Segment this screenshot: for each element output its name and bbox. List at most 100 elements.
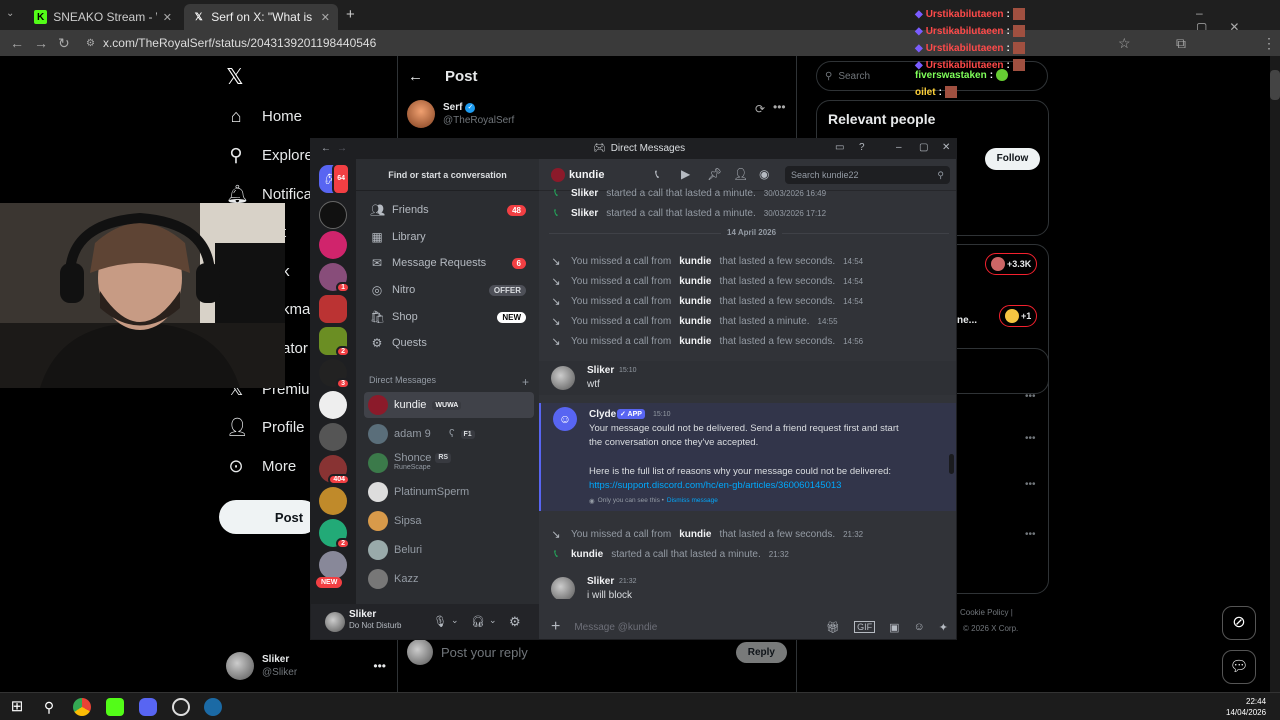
headphones-icon[interactable]: 🎧︎: [471, 615, 485, 628]
chevron-down-icon[interactable]: ⌄: [489, 615, 497, 626]
video-call-icon[interactable]: ▶: [681, 167, 690, 181]
server-icon[interactable]: [319, 201, 347, 229]
grok-icon[interactable]: ⟳: [755, 102, 765, 116]
kick-icon[interactable]: [106, 698, 124, 716]
sidebar-item-nitro[interactable]: ◎ Nitro OFFER: [364, 278, 534, 302]
post-button[interactable]: Post: [219, 500, 319, 534]
add-attachment-icon[interactable]: +: [551, 618, 560, 636]
sidebar-item-message-requests[interactable]: ✉ Message Requests 6: [364, 251, 534, 275]
discord-icon[interactable]: [139, 698, 157, 716]
avatar[interactable]: [325, 612, 345, 632]
dm-adam[interactable]: adam 9 ʕ F1: [364, 421, 534, 447]
reload-icon[interactable]: ↻: [58, 35, 70, 52]
gif-icon[interactable]: GIF: [854, 621, 876, 633]
close-tab-icon[interactable]: ✕: [163, 11, 172, 24]
grok-floating-button[interactable]: ⊘: [1222, 606, 1256, 640]
gear-icon[interactable]: ⚙: [509, 614, 521, 630]
sidebar-item-shop[interactable]: 🛍︎ Shop NEW: [364, 305, 534, 329]
server-icon[interactable]: [319, 391, 347, 419]
obs-icon[interactable]: [172, 698, 190, 716]
chrome-icon[interactable]: [73, 698, 91, 716]
voice-call-icon[interactable]: 📞︎: [655, 167, 659, 182]
messages-floating-button[interactable]: 💬︎: [1222, 650, 1256, 684]
pin-icon[interactable]: 📌︎: [707, 167, 722, 181]
follow-button[interactable]: Follow: [985, 148, 1040, 170]
maximize-icon[interactable]: ▢: [919, 142, 928, 153]
scrollbar[interactable]: [1270, 56, 1280, 692]
add-friends-icon[interactable]: 👤︎: [733, 167, 748, 181]
more-dots-icon[interactable]: •••: [1025, 529, 1036, 540]
server-icon[interactable]: 2: [319, 327, 350, 357]
dm-shonce[interactable]: Shonce RS RuneScape: [364, 450, 534, 476]
create-dm-icon[interactable]: +: [522, 375, 529, 389]
server-icon[interactable]: 3: [319, 359, 350, 389]
support-link[interactable]: https://support.discord.com/hc/en-gb/art…: [589, 480, 841, 491]
forward-icon[interactable]: →: [34, 35, 48, 51]
close-tab-icon[interactable]: ✕: [321, 11, 330, 24]
more-dots-icon[interactable]: •••: [1025, 433, 1036, 444]
gift-icon[interactable]: 🎁︎: [826, 621, 840, 634]
sidebar-item-quests[interactable]: ⚙ Quests: [364, 331, 534, 355]
apps-icon[interactable]: ✦: [939, 621, 948, 634]
nav-profile[interactable]: 👤︎ Profile: [226, 417, 305, 438]
search-input[interactable]: Search kundie22 ⚲: [785, 166, 950, 184]
profile-icon[interactable]: ◉: [759, 167, 769, 181]
nav-home[interactable]: ⌂ Home: [226, 106, 302, 127]
sticker-icon[interactable]: ▣: [889, 621, 899, 634]
more-dots-icon[interactable]: •••: [373, 659, 386, 673]
chat-scrollbar[interactable]: [949, 454, 954, 474]
tab-list-icon[interactable]: ⌄: [6, 8, 14, 19]
dm-home-button[interactable]: 🎮︎64: [319, 163, 350, 195]
back-icon[interactable]: ←: [321, 143, 331, 154]
tab-sneako[interactable]: K SNEAKO Stream - Watch Live o ✕: [26, 4, 180, 30]
close-icon[interactable]: ✕: [942, 142, 950, 153]
sidebar-item-friends[interactable]: 👥︎ Friends 48: [364, 198, 534, 222]
new-tab-button[interactable]: +: [346, 6, 355, 23]
dm-sipsa[interactable]: Sipsa: [364, 508, 534, 534]
site-info-icon[interactable]: ⚙: [86, 38, 95, 49]
dismiss-link[interactable]: Dismiss message: [667, 497, 718, 505]
find-conversation-button[interactable]: Find or start a conversation: [356, 159, 539, 191]
inbox-icon[interactable]: ▭: [835, 142, 844, 153]
more-dots-icon[interactable]: •••: [1025, 391, 1036, 402]
reply-box[interactable]: Post your reply Reply: [407, 638, 787, 666]
server-icon[interactable]: [319, 551, 347, 579]
server-icon[interactable]: 1: [319, 263, 350, 293]
windows-start-icon[interactable]: ⊞: [8, 698, 26, 716]
server-icon[interactable]: 2: [319, 519, 350, 549]
emoji-icon[interactable]: ☺: [914, 621, 925, 633]
back-icon[interactable]: ←: [10, 35, 24, 51]
server-icon[interactable]: [319, 487, 347, 515]
message[interactable]: Sliker 15:10 wtf: [539, 361, 956, 395]
tab-x-post[interactable]: 𝕏 Serf on X: "What is Sydney Swe ✕: [184, 4, 338, 30]
x-logo-icon[interactable]: 𝕏: [226, 64, 244, 90]
account-switcher[interactable]: Sliker @Sliker •••: [226, 648, 386, 684]
microphone-icon[interactable]: 🎙︎: [433, 615, 447, 628]
search-icon[interactable]: ⚲: [40, 698, 58, 716]
bookmark-star-icon[interactable]: ☆: [1118, 35, 1131, 52]
forward-icon[interactable]: →: [337, 143, 347, 154]
minimize-icon[interactable]: –: [896, 142, 902, 153]
back-icon[interactable]: ←: [408, 68, 423, 85]
nav-explore[interactable]: ⚲ Explore: [226, 145, 312, 166]
server-icon[interactable]: [319, 295, 347, 323]
menu-icon[interactable]: ⋮: [1262, 35, 1276, 52]
footer-link[interactable]: Cookie Policy |: [960, 608, 1013, 617]
steam-icon[interactable]: [204, 698, 222, 716]
chevron-down-icon[interactable]: ⌄: [451, 615, 459, 626]
reply-button[interactable]: Reply: [735, 641, 787, 663]
more-dots-icon[interactable]: •••: [1025, 479, 1036, 490]
dm-kundie[interactable]: kundie WUWA: [364, 392, 534, 418]
help-icon[interactable]: ?: [859, 142, 865, 153]
message-input[interactable]: + Message @kundie 🎁︎ GIF ▣ ☺ ✦: [545, 617, 952, 637]
more-dots-icon[interactable]: •••: [773, 100, 786, 114]
dm-beluri[interactable]: Beluri: [364, 537, 534, 563]
dm-kazz[interactable]: Kazz: [364, 566, 534, 592]
nav-more[interactable]: ⊙ More: [226, 456, 296, 477]
server-icon[interactable]: 404: [319, 455, 350, 485]
post-author[interactable]: Serf ✓ @TheRoyalSerf: [407, 100, 514, 128]
server-icon[interactable]: [319, 423, 347, 451]
dm-platinumsperm[interactable]: PlatinumSperm: [364, 479, 534, 505]
nav-notifications[interactable]: 🔔︎ Notificat: [226, 184, 316, 205]
sidebar-item-library[interactable]: ▦ Library: [364, 225, 534, 249]
